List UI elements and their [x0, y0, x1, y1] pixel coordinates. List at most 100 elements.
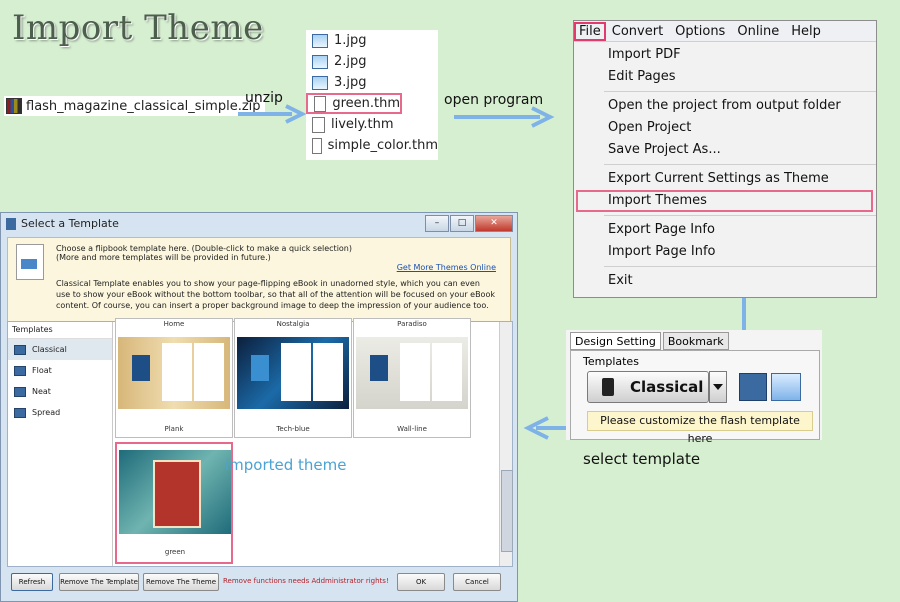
design-setting-panel: Design Setting Bookmark Templates Classi…: [566, 330, 822, 445]
classical-template-button[interactable]: Classical: [587, 371, 709, 403]
dialog-title: Select a Template: [21, 217, 119, 230]
templates-group-label: Templates: [583, 355, 639, 368]
maximize-button[interactable]: □: [450, 215, 474, 232]
template-icon: [14, 365, 26, 376]
template-grid: Home Plank Nostalgia Tech-blue Paradiso …: [113, 318, 499, 566]
menu-online[interactable]: Online: [731, 24, 785, 39]
chevron-down-icon: [713, 384, 723, 390]
tab-design-setting[interactable]: Design Setting: [570, 332, 661, 350]
template-list-header: Templates: [8, 322, 112, 339]
document-file-icon: [314, 95, 327, 112]
select-template-label: select template: [583, 450, 701, 468]
page-title: Import Theme: [12, 8, 264, 48]
book-icon: [602, 378, 614, 396]
tab-bookmark[interactable]: Bookmark: [662, 332, 729, 350]
file-item[interactable]: 2.jpg: [306, 51, 438, 72]
menu-divider: [604, 215, 876, 216]
theme-tile-plank[interactable]: Home Plank: [115, 318, 233, 438]
theme-tile-green[interactable]: green: [115, 442, 233, 564]
theme-page-graphic: [194, 343, 224, 401]
template-list: Templates Classical Float Neat Spread: [8, 322, 113, 566]
template-icon: [14, 344, 26, 355]
theme-caption-top: Nostalgia: [276, 320, 310, 328]
template-icon: [14, 386, 26, 397]
menu-item-edit-pages[interactable]: Edit Pages: [574, 66, 876, 88]
theme-thumbnail: [119, 450, 231, 534]
dialog-body: Templates Classical Float Neat Spread Ho…: [7, 318, 513, 567]
theme-tile-tech-blue[interactable]: Nostalgia Tech-blue: [234, 318, 352, 438]
menu-item-import-pdf[interactable]: Import PDF: [574, 44, 876, 66]
select-template-dialog: Select a Template – □ ✕ Choose a flipboo…: [0, 212, 518, 602]
image-file-icon: [312, 33, 328, 48]
menu-divider: [604, 266, 876, 267]
menu-help[interactable]: Help: [785, 24, 827, 39]
template-item-float[interactable]: Float: [8, 360, 112, 381]
menu-item-save-project-as[interactable]: Save Project As...: [574, 139, 876, 161]
menu-divider: [604, 91, 876, 92]
arrow-right-icon: [238, 104, 306, 124]
theme-book-graphic: [370, 355, 388, 381]
template-item-neat[interactable]: Neat: [8, 381, 112, 402]
menu-bar: File Convert Options Online Help: [574, 21, 876, 42]
theme-page-graphic: [313, 343, 343, 401]
dialog-titlebar: Select a Template – □ ✕: [1, 213, 517, 235]
template-info-box: Choose a flipbook template here. (Double…: [7, 237, 511, 323]
menu-item-export-page-info[interactable]: Export Page Info: [574, 219, 876, 241]
info-line-2: (More and more templates will be provide…: [56, 253, 271, 262]
remove-template-button[interactable]: Remove The Template: [59, 573, 139, 591]
theme-thumbnail: [237, 337, 349, 409]
menu-item-open-project[interactable]: Open Project: [574, 117, 876, 139]
template-dropdown-button[interactable]: [709, 371, 727, 403]
file-item[interactable]: simple_color.thm: [306, 135, 438, 156]
menu-convert[interactable]: Convert: [606, 24, 669, 39]
theme-tile-wall-line[interactable]: Paradiso Wall-line: [353, 318, 471, 438]
template-item-spread[interactable]: Spread: [8, 402, 112, 423]
file-item[interactable]: 1.jpg: [306, 30, 438, 51]
arrow-right-icon: [454, 106, 555, 128]
info-line-1: Choose a flipbook template here. (Double…: [56, 244, 352, 253]
document-file-icon: [312, 137, 322, 154]
theme-book-graphic: [251, 355, 269, 381]
templates-group: Templates Classical Please customize the…: [570, 350, 820, 445]
ok-button[interactable]: OK: [397, 573, 445, 591]
document-file-icon: [312, 116, 325, 133]
zip-archive-icon: [6, 98, 22, 114]
template-hint: Please customize the flash template here: [587, 411, 813, 445]
save-icon[interactable]: [739, 373, 767, 401]
theme-caption: Plank: [164, 425, 184, 433]
app-icon: [6, 218, 16, 230]
menu-options[interactable]: Options: [669, 24, 731, 39]
menu-item-import-page-info[interactable]: Import Page Info: [574, 241, 876, 263]
image-file-icon: [312, 75, 328, 90]
get-more-themes-link[interactable]: Get More Themes Online: [397, 263, 496, 272]
flipbook-icon: [16, 244, 44, 280]
file-item[interactable]: 3.jpg: [306, 72, 438, 93]
admin-warning: Remove functions needs Addministrator ri…: [223, 577, 389, 585]
import-icon[interactable]: [771, 373, 801, 401]
image-file-icon: [312, 54, 328, 69]
dialog-footer: Refresh Remove The Template Remove The T…: [7, 569, 511, 597]
theme-caption: Wall-line: [397, 425, 427, 433]
theme-thumbnail: [118, 337, 230, 409]
refresh-button[interactable]: Refresh: [11, 573, 53, 591]
theme-page-graphic: [432, 343, 462, 401]
menu-item-open-output-folder[interactable]: Open the project from output folder: [574, 95, 876, 117]
menu-item-import-themes[interactable]: Import Themes: [576, 190, 873, 212]
file-item-green[interactable]: green.thm: [306, 93, 402, 114]
menu-item-exit[interactable]: Exit: [574, 270, 876, 292]
scrollbar-thumb[interactable]: [501, 470, 513, 552]
zip-file: flash_magazine_classical_simple.zip: [4, 96, 265, 116]
menu-item-export-theme[interactable]: Export Current Settings as Theme: [574, 168, 876, 190]
cancel-button[interactable]: Cancel: [453, 573, 501, 591]
theme-page-graphic: [400, 343, 430, 401]
menu-file[interactable]: File: [574, 21, 606, 41]
template-grid-scrollbar[interactable]: [499, 322, 513, 566]
imported-theme-label: imported theme: [225, 456, 347, 474]
template-icon: [14, 407, 26, 418]
close-button[interactable]: ✕: [475, 215, 513, 232]
minimize-button[interactable]: –: [425, 215, 449, 232]
file-item[interactable]: lively.thm: [306, 114, 438, 135]
template-item-classical[interactable]: Classical: [8, 339, 112, 360]
remove-theme-button[interactable]: Remove The Theme: [143, 573, 219, 591]
theme-page-graphic: [281, 343, 311, 401]
